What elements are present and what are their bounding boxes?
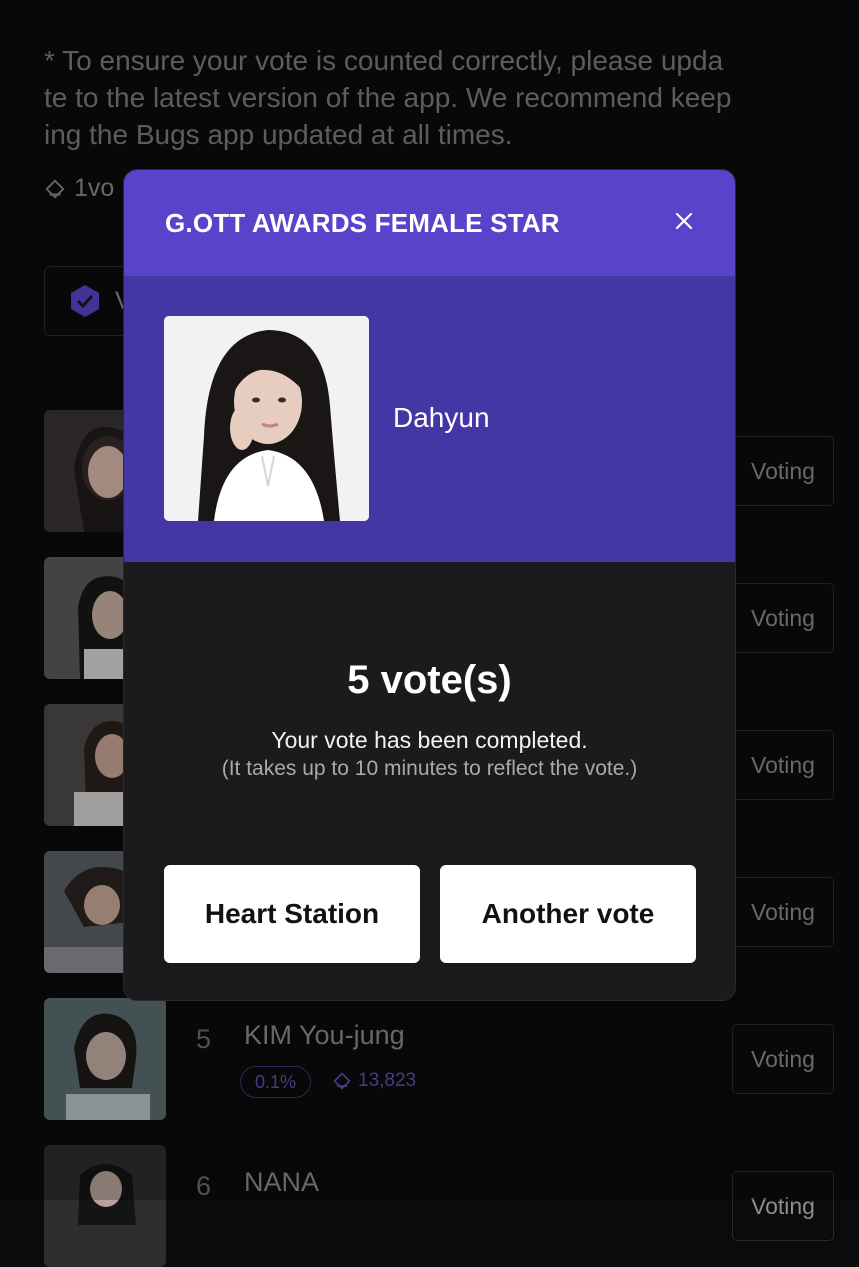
vote-total: 5 vote(s) bbox=[347, 658, 512, 702]
modal-title: G.OTT AWARDS FEMALE STAR bbox=[165, 208, 560, 238]
close-icon[interactable] bbox=[667, 204, 701, 238]
candidate-name: Dahyun bbox=[393, 402, 490, 433]
vote-complete-modal: G.OTT AWARDS FEMALE STAR Dahyun 5 vote(s… bbox=[123, 169, 736, 1001]
modal-header: G.OTT AWARDS FEMALE STAR bbox=[124, 170, 735, 276]
candidate-photo bbox=[164, 316, 369, 521]
another-vote-button[interactable]: Another vote bbox=[440, 865, 696, 963]
heart-station-button[interactable]: Heart Station bbox=[164, 865, 420, 963]
reflect-notice: (It takes up to 10 minutes to reflect th… bbox=[221, 757, 638, 780]
completion-message: Your vote has been completed. bbox=[271, 727, 588, 753]
candidate-panel: Dahyun bbox=[124, 276, 735, 562]
